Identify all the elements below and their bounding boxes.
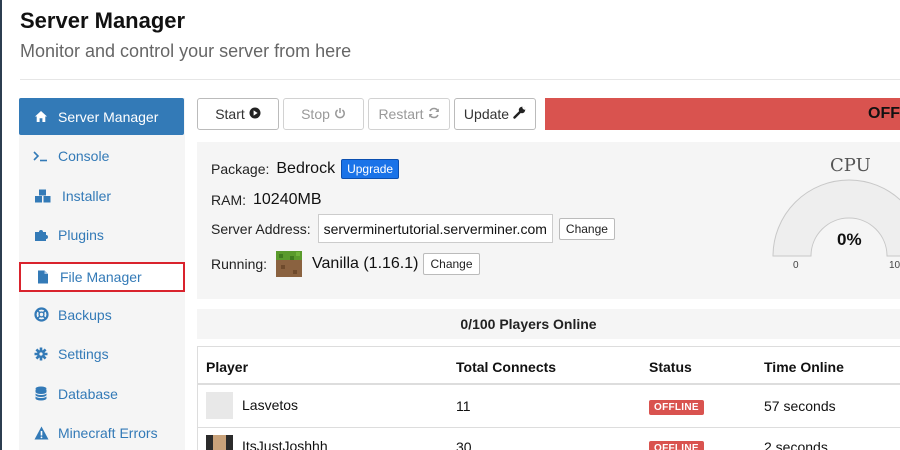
cpu-gauge-min: 0 bbox=[793, 260, 799, 271]
sidebar-item-label: File Manager bbox=[60, 269, 142, 285]
sidebar-item-label: Database bbox=[58, 385, 118, 402]
change-address-button[interactable]: Change bbox=[558, 217, 615, 240]
sidebar-item-label: Backups bbox=[58, 306, 112, 323]
column-header-total-connects: Total Connects bbox=[456, 359, 557, 375]
sidebar-item-server-manager[interactable]: Server Manager bbox=[19, 98, 184, 135]
status-badge: OFFLINE bbox=[649, 400, 704, 415]
sidebar-item-backups[interactable]: Backups bbox=[19, 296, 184, 333]
page-title: Server Manager bbox=[20, 8, 186, 33]
upgrade-button[interactable]: Upgrade bbox=[341, 159, 400, 179]
status-badge: OFFLINE bbox=[649, 441, 704, 450]
sidebar-item-plugins[interactable]: Plugins bbox=[19, 216, 184, 253]
power-icon bbox=[334, 106, 346, 122]
window-edge bbox=[0, 0, 2, 450]
start-button[interactable]: Start bbox=[197, 98, 279, 130]
sidebar-item-label: Minecraft Errors bbox=[58, 424, 158, 441]
sidebar-item-console[interactable]: Console bbox=[19, 137, 184, 174]
server-address-field[interactable]: serverminertutorial.serverminer.com bbox=[317, 214, 553, 243]
sidebar-item-label: Installer bbox=[62, 187, 112, 204]
warning-icon bbox=[33, 425, 49, 441]
sidebar-item-label: Settings bbox=[58, 345, 109, 362]
home-icon bbox=[33, 109, 49, 125]
restart-button[interactable]: Restart bbox=[368, 98, 450, 130]
table-header-divider bbox=[198, 383, 900, 385]
cpu-gauge-max: 10 bbox=[889, 260, 900, 271]
sidebar-item-label: Server Manager bbox=[58, 108, 159, 125]
avatar bbox=[206, 392, 233, 419]
file-icon bbox=[35, 269, 51, 285]
time-online: 2 seconds bbox=[764, 439, 828, 450]
sidebar-item-label: Plugins bbox=[58, 226, 104, 243]
cubes-icon bbox=[33, 188, 53, 204]
column-header-time-online: Time Online bbox=[764, 359, 844, 375]
running-label: Running: bbox=[211, 256, 268, 272]
stop-button-label: Stop bbox=[301, 106, 330, 122]
puzzle-icon bbox=[33, 227, 49, 243]
package-value: Bedrock bbox=[276, 160, 336, 177]
wrench-icon bbox=[513, 106, 526, 122]
ram-value: 10240MB bbox=[253, 191, 322, 208]
server-status-text: OFF bbox=[868, 105, 900, 122]
restart-button-label: Restart bbox=[378, 106, 424, 122]
table-row-divider bbox=[198, 427, 900, 428]
header-divider bbox=[20, 79, 900, 80]
terminal-icon bbox=[33, 148, 49, 164]
page-subtitle: Monitor and control your server from her… bbox=[20, 41, 352, 61]
package-row: Package: Bedrock Upgrade bbox=[211, 159, 400, 179]
cpu-gauge-value: 0% bbox=[837, 230, 862, 249]
players-table: Player Total Connects Status Time Online… bbox=[197, 346, 900, 450]
change-version-button[interactable]: Change bbox=[423, 253, 480, 275]
players-online-text: 0/100 Players Online bbox=[460, 316, 597, 332]
cpu-gauge-arc bbox=[772, 179, 900, 257]
sidebar-item-file-manager[interactable]: File Manager bbox=[19, 262, 185, 292]
sidebar: Server Manager Console Installer Plugins… bbox=[19, 98, 185, 450]
server-status-bar: OFF bbox=[545, 98, 900, 130]
running-row: Running: Vanilla (1.16.1) Change bbox=[211, 251, 480, 277]
players-online-summary: 0/100 Players Online bbox=[197, 309, 900, 339]
address-row: Server Address: serverminertutorial.serv… bbox=[211, 214, 615, 243]
sidebar-item-database[interactable]: Database bbox=[19, 375, 184, 412]
stop-button[interactable]: Stop bbox=[283, 98, 364, 130]
lifebuoy-icon bbox=[33, 307, 49, 323]
play-icon bbox=[249, 106, 261, 122]
update-button[interactable]: Update bbox=[454, 98, 536, 130]
sidebar-item-installer[interactable]: Installer bbox=[19, 177, 184, 214]
gear-icon bbox=[33, 346, 49, 362]
address-label: Server Address: bbox=[211, 220, 311, 237]
sidebar-item-label: Console bbox=[58, 147, 110, 164]
refresh-icon bbox=[428, 106, 440, 122]
total-connects: 30 bbox=[456, 439, 472, 450]
avatar bbox=[206, 435, 233, 450]
ram-row: RAM: 10240MB bbox=[211, 191, 322, 209]
running-value: Vanilla (1.16.1) bbox=[312, 255, 419, 272]
start-button-label: Start bbox=[215, 106, 245, 122]
ram-label: RAM: bbox=[211, 192, 246, 208]
database-icon bbox=[33, 386, 49, 402]
time-online: 57 seconds bbox=[764, 398, 836, 414]
grass-block-icon bbox=[276, 251, 303, 277]
total-connects: 11 bbox=[456, 398, 471, 414]
player-name: ItsJustJoshhh bbox=[242, 438, 328, 450]
cpu-gauge-title: CPU bbox=[830, 155, 871, 176]
player-name: Lasvetos bbox=[242, 397, 299, 413]
sidebar-item-settings[interactable]: Settings bbox=[19, 335, 184, 372]
column-header-player: Player bbox=[206, 359, 249, 375]
column-header-status: Status bbox=[649, 359, 692, 375]
update-button-label: Update bbox=[463, 106, 510, 122]
package-label: Package: bbox=[211, 161, 270, 177]
sidebar-item-minecraft-errors[interactable]: Minecraft Errors bbox=[19, 414, 184, 450]
